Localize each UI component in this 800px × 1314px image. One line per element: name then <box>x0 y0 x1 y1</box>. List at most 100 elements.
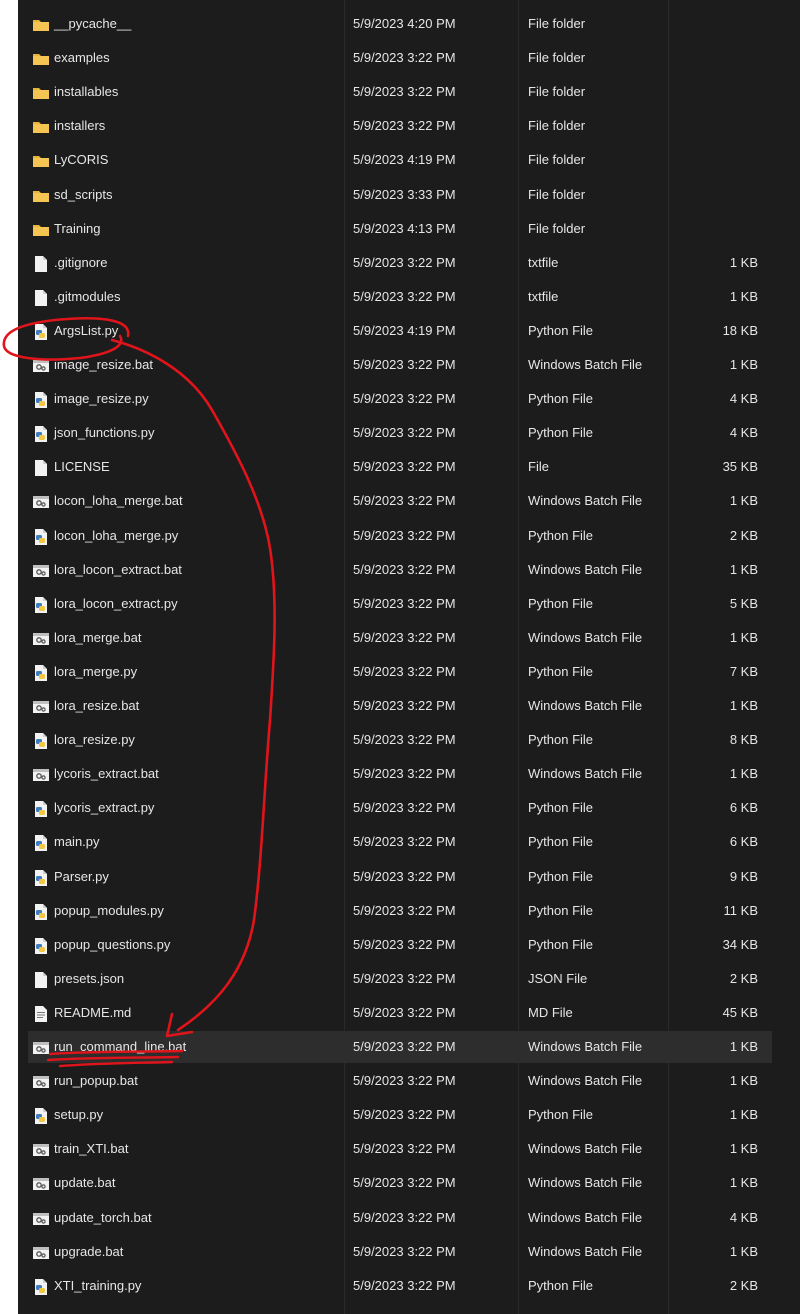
file-size: 4 KB <box>729 391 758 407</box>
file-row[interactable]: lora_merge.bat 5/9/2023 3:22 PM Windows Ba… <box>28 622 772 654</box>
file-row[interactable]: upgrade.bat 5/9/2023 3:22 PM Windows Batch… <box>28 1236 772 1268</box>
file-name: json_functions.py <box>54 425 155 441</box>
folder-icon <box>32 152 50 170</box>
file-row[interactable]: ArgsList.py 5/9/2023 4:19 PM Python File 18… <box>28 315 772 347</box>
file-row[interactable]: presets.json 5/9/2023 3:22 PM JSON File 2 K… <box>28 963 772 995</box>
file-row[interactable]: update.bat 5/9/2023 3:22 PM Windows Batch … <box>28 1167 772 1199</box>
file-name: ArgsList.py <box>54 322 119 338</box>
file-row[interactable]: json_functions.py 5/9/2023 3:22 PM Python … <box>28 417 772 449</box>
date-modified: 5/9/2023 3:22 PM <box>353 425 456 441</box>
file-name: presets.json <box>54 970 125 986</box>
file-row[interactable]: lora_locon_extract.bat 5/9/2023 3:22 PM Wi… <box>28 554 772 586</box>
python-file-icon <box>32 391 50 409</box>
file-row[interactable]: XTI_training.py 5/9/2023 3:22 PM Python Fi… <box>28 1270 772 1302</box>
batch-file-icon <box>32 1039 50 1057</box>
file-name: run_command_line.bat <box>54 1039 187 1054</box>
file-size: 1 KB <box>729 766 758 782</box>
file-row[interactable]: .gitmodules 5/9/2023 3:22 PM txtfile 1 KB <box>28 281 772 313</box>
file-row[interactable]: lycoris_extract.py 5/9/2023 3:22 PM Python… <box>28 792 772 824</box>
text-file-icon <box>32 1005 50 1023</box>
file-type: File folder <box>528 152 586 168</box>
date-modified: 5/9/2023 3:22 PM <box>353 254 456 270</box>
file-row[interactable]: LyCORIS 5/9/2023 4:19 PM File folder <box>28 144 772 176</box>
file-type: txtfile <box>528 288 559 304</box>
date-modified: 5/9/2023 3:22 PM <box>353 527 456 543</box>
file-type: Python File <box>528 1277 594 1293</box>
file-name: image_resize.py <box>54 391 149 407</box>
file-type: txtfile <box>528 254 559 270</box>
file-row[interactable]: LICENSE 5/9/2023 3:22 PM File 35 KB <box>28 451 772 483</box>
date-modified: 5/9/2023 4:19 PM <box>353 322 456 338</box>
date-modified: 5/9/2023 4:19 PM <box>353 152 456 168</box>
file-row[interactable]: examples 5/9/2023 3:22 PM File folder <box>28 42 772 74</box>
date-modified: 5/9/2023 3:22 PM <box>353 1175 456 1191</box>
python-file-icon <box>32 323 50 341</box>
file-size: 1 KB <box>729 1039 758 1054</box>
file-name: lora_resize.bat <box>54 698 140 713</box>
file-size: 2 KB <box>729 1277 758 1293</box>
file-row[interactable]: locon_loha_merge.bat 5/9/2023 3:22 PM Wind… <box>28 485 772 517</box>
file-row[interactable]: lora_locon_extract.py 5/9/2023 3:22 PM Pyt… <box>28 588 772 620</box>
date-modified: 5/9/2023 3:22 PM <box>353 391 456 407</box>
date-modified: 5/9/2023 3:22 PM <box>353 1073 456 1089</box>
file-row[interactable]: README.md 5/9/2023 3:22 PM MD File 45 KB <box>28 997 772 1029</box>
folder-icon <box>32 50 50 68</box>
file-size: 1 KB <box>729 1243 758 1259</box>
file-row[interactable]: __pycache__ 5/9/2023 4:20 PM File folder <box>28 8 772 40</box>
python-file-icon <box>32 903 50 921</box>
file-row[interactable]: main.py 5/9/2023 3:22 PM Python File 6 KB <box>28 826 772 858</box>
file-row[interactable]: sd_scripts 5/9/2023 3:33 PM File folder <box>28 179 772 211</box>
file-type: Windows Batch File <box>528 1039 643 1054</box>
batch-file-icon <box>32 1210 50 1228</box>
file-row[interactable]: run_popup.bat 5/9/2023 3:22 PM Windows Bat… <box>28 1065 772 1097</box>
blank-file-icon <box>32 459 50 477</box>
blank-file-icon <box>32 971 50 989</box>
file-row[interactable]: train_XTI.bat 5/9/2023 3:22 PM Windows Bat… <box>28 1133 772 1165</box>
batch-file-icon <box>32 562 50 580</box>
date-modified: 5/9/2023 3:22 PM <box>353 1004 456 1020</box>
file-row[interactable]: lycoris_extract.bat 5/9/2023 3:22 PM Windo… <box>28 758 772 790</box>
file-type: Windows Batch File <box>528 357 643 372</box>
file-row[interactable]: locon_loha_merge.py 5/9/2023 3:22 PM Pytho… <box>28 520 772 552</box>
python-file-icon <box>32 596 50 614</box>
file-row[interactable]: installables 5/9/2023 3:22 PM File folder <box>28 76 772 108</box>
file-row[interactable]: lora_merge.py 5/9/2023 3:22 PM Python File… <box>28 656 772 688</box>
python-file-icon <box>32 425 50 443</box>
file-row[interactable]: image_resize.bat 5/9/2023 3:22 PM Windows … <box>28 349 772 381</box>
file-row[interactable]: update_torch.bat 5/9/2023 3:22 PM Windows … <box>28 1202 772 1234</box>
file-type: Python File <box>528 391 594 407</box>
file-type: Windows Batch File <box>528 561 643 577</box>
date-modified: 5/9/2023 3:22 PM <box>353 1209 456 1225</box>
file-name: README.md <box>54 1004 132 1020</box>
file-row[interactable]: Training 5/9/2023 4:13 PM File folder <box>28 213 772 245</box>
file-name: update.bat <box>54 1175 116 1191</box>
file-name: installers <box>54 118 106 134</box>
file-row[interactable]: popup_questions.py 5/9/2023 3:22 PM Python… <box>28 929 772 961</box>
file-type: Python File <box>528 425 594 441</box>
file-type: Python File <box>528 800 594 816</box>
date-modified: 5/9/2023 3:22 PM <box>353 561 456 577</box>
file-type: Windows Batch File <box>528 1073 643 1089</box>
python-file-icon <box>32 1278 50 1296</box>
batch-file-icon <box>32 1175 50 1193</box>
file-row[interactable]: popup_modules.py 5/9/2023 3:22 PM Python F… <box>28 895 772 927</box>
file-row[interactable]: run_command_line.bat 5/9/2023 3:22 PM Wind… <box>28 1031 772 1063</box>
date-modified: 5/9/2023 3:22 PM <box>353 698 456 713</box>
file-row[interactable]: setup.py 5/9/2023 3:22 PM Python File 1 KB <box>28 1099 772 1131</box>
file-row[interactable]: Parser.py 5/9/2023 3:22 PM Python File 9 KB <box>28 861 772 893</box>
date-modified: 5/9/2023 3:22 PM <box>353 493 456 509</box>
file-row[interactable]: image_resize.py 5/9/2023 3:22 PM Python Fi… <box>28 383 772 415</box>
file-size: 8 KB <box>729 732 758 748</box>
file-name: lycoris_extract.bat <box>54 766 159 782</box>
file-row[interactable]: .gitignore 5/9/2023 3:22 PM txtfile 1 KB <box>28 247 772 279</box>
file-type: Python File <box>528 595 594 611</box>
file-row[interactable]: lora_resize.bat 5/9/2023 3:22 PM Windows B… <box>28 690 772 722</box>
file-row[interactable]: lora_resize.py 5/9/2023 3:22 PM Python Fil… <box>28 724 772 756</box>
date-modified: 5/9/2023 3:22 PM <box>353 1243 456 1259</box>
file-row[interactable]: installers 5/9/2023 3:22 PM File folder <box>28 110 772 142</box>
folder-icon <box>32 187 50 205</box>
file-size: 1 KB <box>729 357 758 372</box>
date-modified: 5/9/2023 3:22 PM <box>353 1107 456 1123</box>
folder-icon <box>32 84 50 102</box>
file-size: 5 KB <box>729 595 758 611</box>
